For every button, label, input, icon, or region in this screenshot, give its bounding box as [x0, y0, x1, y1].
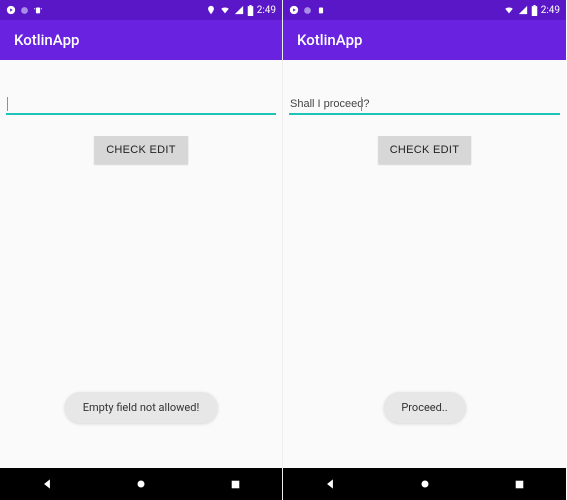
text-cursor-icon — [7, 97, 8, 111]
status-left-icons — [289, 5, 326, 15]
app-bar: KotlinApp — [283, 20, 566, 60]
toast-message: Empty field not allowed! — [65, 392, 218, 423]
text-input[interactable] — [289, 96, 560, 115]
back-icon[interactable] — [40, 477, 54, 491]
phone-left: 2:49 KotlinApp CHECK EDIT Empty field no… — [0, 0, 283, 500]
circle-icon — [20, 6, 29, 15]
recent-icon[interactable] — [513, 478, 526, 491]
app-title: KotlinApp — [297, 31, 362, 49]
status-right-icons: 2:49 — [206, 5, 276, 16]
status-right-icons: 2:49 — [503, 5, 560, 16]
check-edit-button[interactable]: CHECK EDIT — [378, 136, 472, 164]
phone-right: 2:49 KotlinApp CHECK EDIT Proceed.. — [283, 0, 566, 500]
text-cursor-icon — [361, 97, 362, 111]
status-bar: 2:49 — [0, 0, 282, 20]
signal-icon — [234, 5, 244, 15]
home-icon[interactable] — [134, 477, 148, 491]
status-bar: 2:49 — [283, 0, 566, 20]
content-area: CHECK EDIT Proceed.. — [283, 60, 566, 468]
battery-icon — [247, 5, 254, 16]
circle-icon — [303, 6, 312, 15]
text-input[interactable] — [6, 96, 276, 115]
location-icon — [206, 5, 216, 15]
wifi-icon — [503, 5, 515, 15]
check-edit-button[interactable]: CHECK EDIT — [94, 136, 188, 164]
play-circle-icon — [6, 5, 16, 15]
wifi-icon — [219, 5, 231, 15]
navigation-bar — [0, 468, 282, 500]
status-left-icons — [6, 5, 43, 15]
toast-message: Proceed.. — [383, 392, 465, 423]
app-title: KotlinApp — [14, 31, 79, 49]
navigation-bar — [283, 468, 566, 500]
status-time: 2:49 — [541, 5, 560, 16]
battery-icon — [531, 5, 538, 16]
status-time: 2:49 — [257, 5, 276, 16]
debug-icon — [316, 5, 326, 15]
recent-icon[interactable] — [229, 478, 242, 491]
back-icon[interactable] — [323, 477, 337, 491]
debug-icon — [33, 5, 43, 15]
app-bar: KotlinApp — [0, 20, 282, 60]
signal-icon — [518, 5, 528, 15]
content-area: CHECK EDIT Empty field not allowed! — [0, 60, 282, 468]
home-icon[interactable] — [418, 477, 432, 491]
dual-phone-layout: 2:49 KotlinApp CHECK EDIT Empty field no… — [0, 0, 567, 500]
play-circle-icon — [289, 5, 299, 15]
